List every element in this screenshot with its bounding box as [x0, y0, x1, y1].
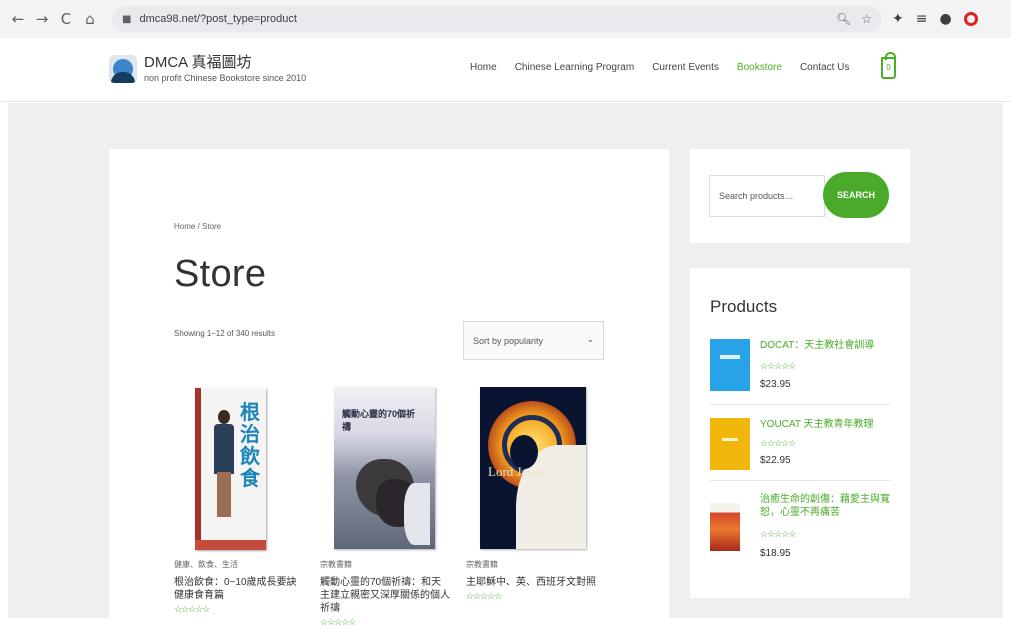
product-card[interactable]: 觸動心靈的70個祈禱 宗教書籍 觸動心靈的70個祈禱：和天主建立親密又深厚關係的…: [320, 387, 450, 628]
product-name[interactable]: 觸動心靈的70個祈禱：和天主建立親密又深厚關係的個人祈禱: [320, 576, 450, 615]
site-logo-icon[interactable]: [109, 55, 137, 83]
forward-arrow-icon[interactable]: →: [32, 9, 52, 29]
widget-product-item[interactable]: DOCAT：天主教社會訓導 ☆☆☆☆☆ $23.95: [710, 339, 890, 399]
rating-stars-icon: ☆☆☆☆☆: [760, 438, 796, 448]
opera-extension-icon[interactable]: [963, 12, 978, 26]
product-name[interactable]: 主耶穌中、英、西班牙文對照: [466, 576, 596, 589]
product-category[interactable]: 健康、飲食、生活: [174, 559, 304, 570]
reload-icon[interactable]: C: [56, 9, 76, 29]
breadcrumb[interactable]: Home / Store: [174, 222, 221, 231]
site-info-icon[interactable]: ■: [122, 14, 131, 25]
site-title[interactable]: DMCA 真福圖坊: [144, 51, 252, 72]
reading-list-icon[interactable]: ≡: [916, 11, 928, 27]
page-title: Store: [174, 253, 267, 295]
product-thumbnail[interactable]: [710, 503, 740, 551]
main-navigation: Home Chinese Learning Program Current Ev…: [470, 62, 867, 73]
bookmark-star-icon[interactable]: ☆: [861, 12, 872, 26]
rating-stars-icon: ☆☆☆☆☆: [760, 361, 796, 371]
chevron-down-icon: ⌄: [586, 335, 594, 345]
address-bar[interactable]: ■ dmca98.net/?post_type=product 🔍︎ ☆: [112, 6, 882, 32]
url-text: dmca98.net/?post_type=product: [139, 13, 297, 25]
product-thumbnail[interactable]: [710, 418, 750, 470]
rating-stars-icon: ☆☆☆☆☆: [760, 529, 796, 539]
product-cover-image[interactable]: Lord Jesus: [466, 387, 596, 550]
widget-product-name[interactable]: 治癒生命的創傷：藉愛主與寬恕，心靈不再痛苦: [760, 493, 892, 519]
sort-select[interactable]: Sort by popularity ⌄: [463, 321, 604, 360]
browser-toolbar: ← → C ⌂ ■ dmca98.net/?post_type=product …: [0, 0, 1011, 38]
nav-bookstore[interactable]: Bookstore: [737, 62, 782, 73]
cover-title-text: 觸動心靈的70個祈禱: [342, 409, 416, 432]
product-card[interactable]: 根治飲食 健康、飲食、生活 根治飲食：0~10歲成長要訣 健康食育篇 ☆☆☆☆☆: [174, 387, 304, 615]
rating-stars-icon: ☆☆☆☆☆: [466, 591, 502, 601]
product-cover-image[interactable]: 觸動心靈的70個祈禱: [320, 387, 450, 550]
store-content: Home / Store Store Showing 1–12 of 340 r…: [109, 149, 669, 627]
product-search-widget: SEARCH: [690, 149, 910, 243]
results-count: Showing 1–12 of 340 results: [174, 329, 275, 338]
divider: [710, 480, 890, 481]
products-widget: Products DOCAT：天主教社會訓導 ☆☆☆☆☆ $23.95 YOUC…: [690, 268, 910, 598]
rating-stars-icon: ☆☆☆☆☆: [174, 604, 210, 614]
widget-title: Products: [710, 297, 778, 316]
widget-product-name[interactable]: DOCAT：天主教社會訓導: [760, 339, 892, 352]
product-category[interactable]: 宗教書籍: [466, 559, 596, 570]
product-thumbnail[interactable]: [710, 339, 750, 391]
site-tagline: non profit Chinese Bookstore since 2010: [144, 73, 307, 83]
sort-select-value: Sort by popularity: [473, 335, 544, 346]
product-price: $18.95: [760, 548, 791, 559]
home-icon[interactable]: ⌂: [80, 9, 100, 29]
widget-product-item[interactable]: YOUCAT 天主教青年教理 ☆☆☆☆☆ $22.95: [710, 418, 890, 478]
profile-icon[interactable]: ●: [939, 11, 951, 27]
cover-title-text: 根治飲食: [240, 402, 260, 490]
widget-product-item[interactable]: 治癒生命的創傷：藉愛主與寬恕，心靈不再痛苦 ☆☆☆☆☆ $18.95: [710, 493, 890, 563]
nav-home[interactable]: Home: [470, 62, 497, 73]
cover-title-text: Lord Jesus: [488, 464, 544, 479]
product-name[interactable]: 根治飲食：0~10歲成長要訣 健康食育篇: [174, 576, 304, 602]
product-category[interactable]: 宗教書籍: [320, 559, 450, 570]
nav-contact-us[interactable]: Contact Us: [800, 62, 849, 73]
widget-product-name[interactable]: YOUCAT 天主教青年教理: [760, 418, 892, 431]
search-button[interactable]: SEARCH: [823, 172, 889, 218]
product-cover-image[interactable]: 根治飲食: [174, 387, 304, 550]
rating-stars-icon: ☆☆☆☆☆: [320, 617, 356, 627]
cart-bag-icon[interactable]: 0: [881, 52, 896, 79]
product-price: $23.95: [760, 379, 791, 390]
divider: [710, 404, 890, 405]
product-card[interactable]: Lord Jesus 宗教書籍 主耶穌中、英、西班牙文對照 ☆☆☆☆☆: [466, 387, 596, 602]
site-header: DMCA 真福圖坊 non profit Chinese Bookstore s…: [0, 38, 1011, 102]
product-price: $22.95: [760, 455, 791, 466]
zoom-icon[interactable]: 🔍︎: [836, 12, 851, 26]
nav-current-events[interactable]: Current Events: [652, 62, 719, 73]
back-arrow-icon[interactable]: ←: [8, 9, 28, 29]
nav-chinese-learning-program[interactable]: Chinese Learning Program: [515, 62, 635, 73]
search-input[interactable]: [709, 175, 825, 217]
extension-pin-icon[interactable]: ✦: [892, 11, 904, 27]
